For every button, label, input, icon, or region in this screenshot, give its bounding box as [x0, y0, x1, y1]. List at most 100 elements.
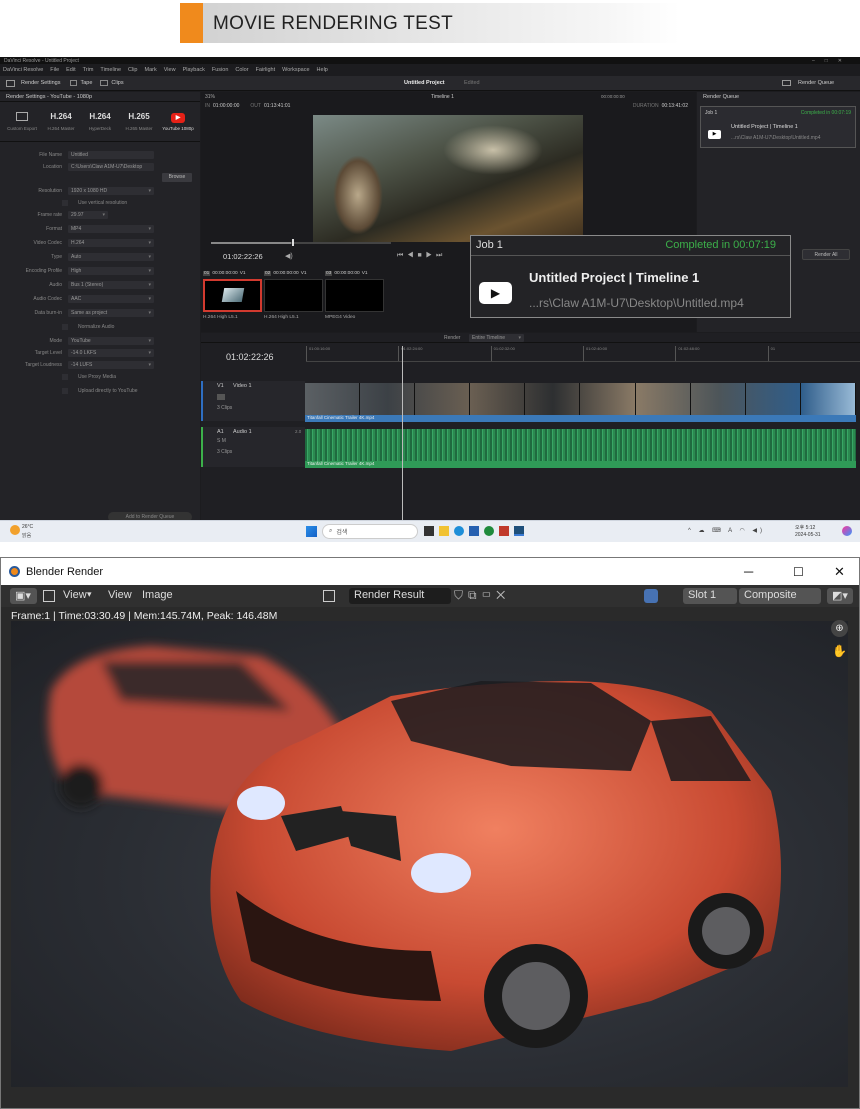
- render-settings-icon[interactable]: [6, 79, 15, 87]
- start-icon[interactable]: [306, 526, 317, 537]
- window-controls[interactable]: –□✕: [812, 58, 852, 64]
- xbox-icon[interactable]: [484, 526, 494, 536]
- zoom-dropdown[interactable]: 31%: [205, 94, 215, 100]
- field-value[interactable]: C:\Users\Claw A1M-U7\Desktop: [68, 163, 154, 171]
- menu-5[interactable]: Clip: [128, 67, 137, 73]
- menu-image[interactable]: Image: [142, 589, 173, 601]
- zoom-icon[interactable]: ⊕: [831, 620, 848, 637]
- field-value[interactable]: -14.0 LKFS: [68, 349, 154, 357]
- blender-logo-icon: [9, 566, 20, 577]
- field-value[interactable]: 29.97: [68, 211, 108, 219]
- file-explorer-icon[interactable]: [439, 526, 449, 536]
- volume-icon[interactable]: ◀): [285, 252, 293, 260]
- edge-icon[interactable]: [454, 526, 464, 536]
- image-browse-icon[interactable]: [323, 590, 335, 602]
- queue-job-card[interactable]: Job 1 Completed in 00:07:19 ▶ Untitled P…: [700, 106, 856, 148]
- scrubber[interactable]: [211, 242, 391, 244]
- preset-4[interactable]: ▶ YouTube 1080p: [160, 112, 196, 131]
- overlay-button[interactable]: ◩▾: [827, 588, 853, 604]
- scrubber-handle[interactable]: [292, 239, 294, 246]
- job-popup[interactable]: Job 1 Completed in 00:07:19 ▶ Untitled P…: [470, 235, 791, 318]
- preset-3[interactable]: H.265 H.265 Master: [121, 112, 157, 131]
- preset-label: H.265 Master: [125, 126, 153, 131]
- clip-thumb-01[interactable]: [203, 279, 262, 312]
- menu-9[interactable]: Fusion: [212, 67, 229, 73]
- queue-job-path: ...rs\Claw A1M-U7\Desktop\Untitled.mp4: [731, 135, 821, 141]
- copilot-icon[interactable]: [842, 526, 852, 536]
- pan-hand-icon[interactable]: ✋: [831, 644, 848, 661]
- slot-dropdown[interactable]: Slot 1: [683, 588, 737, 604]
- taskbar-search[interactable]: ⌕ 검색: [322, 524, 418, 539]
- render-queue-button[interactable]: Render Queue: [798, 80, 834, 86]
- menu-6[interactable]: Mark: [145, 67, 157, 73]
- menu-2[interactable]: Edit: [66, 67, 75, 73]
- menu-8[interactable]: Playback: [183, 67, 205, 73]
- menu-7[interactable]: View: [164, 67, 176, 73]
- resolve-taskbar-icon[interactable]: [514, 526, 524, 536]
- field-value[interactable]: AAC: [68, 295, 154, 303]
- clip-track: V1: [361, 270, 368, 276]
- display-channels-icon[interactable]: [644, 589, 658, 603]
- field-value[interactable]: High: [68, 267, 154, 275]
- editor-type-button[interactable]: ▣▾: [10, 588, 37, 604]
- menu-0[interactable]: DaVinci Resolve: [3, 67, 43, 73]
- track-lock-icon[interactable]: [217, 394, 225, 400]
- video-clip-label[interactable]: Titanfall Cinematic Trailer 4K.mp4: [305, 415, 856, 422]
- checkbox[interactable]: [62, 374, 68, 380]
- audio-track-buttons[interactable]: S M: [217, 438, 226, 444]
- clips-button[interactable]: Clips: [111, 80, 123, 86]
- checkbox[interactable]: [62, 388, 68, 394]
- menu-3[interactable]: Trim: [83, 67, 94, 73]
- task-view-icon[interactable]: [424, 526, 434, 536]
- preset-2[interactable]: H.264 HyperDeck: [82, 112, 118, 131]
- menu-12[interactable]: Workspace: [282, 67, 309, 73]
- menu-1[interactable]: File: [50, 67, 59, 73]
- app-icon[interactable]: [499, 526, 509, 536]
- menu-13[interactable]: Help: [317, 67, 328, 73]
- field-value[interactable]: Auto: [68, 253, 154, 261]
- render-range-dropdown[interactable]: Entire Timeline: [469, 334, 524, 342]
- menu-4[interactable]: Timeline: [100, 67, 121, 73]
- field-value[interactable]: Untitled: [68, 151, 154, 159]
- clip-thumb-02[interactable]: [264, 279, 323, 312]
- render-all-button[interactable]: Render All: [802, 249, 850, 260]
- system-tray-icons[interactable]: ^ ☁ ⌨ A ◠ ◀): [688, 527, 765, 534]
- maximize-icon[interactable]: ☐: [793, 565, 804, 579]
- browse-button[interactable]: Browse: [162, 173, 192, 182]
- field-value[interactable]: -14 LUFS: [68, 361, 154, 369]
- render-settings-button[interactable]: Render Settings: [21, 80, 60, 86]
- menu-10[interactable]: Color: [235, 67, 248, 73]
- tape-button[interactable]: Tape: [80, 80, 92, 86]
- timeline-toolbar: Render Entire Timeline: [201, 333, 860, 343]
- image-name-field[interactable]: Render Result: [349, 588, 451, 604]
- store-icon[interactable]: [469, 526, 479, 536]
- menu-11[interactable]: Fairlight: [256, 67, 276, 73]
- timeline-ruler[interactable]: 01:00:16:00 01:02:24:00 01:02:32:00 01:02:4…: [306, 346, 860, 362]
- preset-0[interactable]: Custom Export: [4, 112, 40, 131]
- checkbox[interactable]: [62, 200, 68, 206]
- audio-waveform[interactable]: [305, 429, 856, 461]
- field-value[interactable]: Same as project: [68, 309, 154, 317]
- view-mode-icon[interactable]: [43, 590, 55, 602]
- field-value[interactable]: H.264: [68, 239, 154, 247]
- blender-title: Blender Render: [26, 565, 104, 578]
- minimize-icon[interactable]: ─: [744, 564, 753, 579]
- transport-controls[interactable]: ⏮◀■▶⏭: [397, 252, 446, 260]
- field-value[interactable]: YouTube: [68, 337, 154, 345]
- menu-view-2[interactable]: View: [108, 589, 132, 601]
- preset-1[interactable]: H.264 H.264 Master: [43, 112, 79, 131]
- weather-icon[interactable]: [10, 525, 20, 535]
- menu-view-1[interactable]: View: [63, 589, 87, 601]
- timeline-name[interactable]: Timeline 1: [431, 94, 454, 100]
- field-value[interactable]: 1920 x 1080 HD: [68, 187, 154, 195]
- video-clip-filmstrip[interactable]: [305, 383, 856, 415]
- checkbox[interactable]: [62, 324, 68, 330]
- close-icon[interactable]: ✕: [834, 564, 845, 580]
- pass-dropdown[interactable]: Composite: [739, 588, 821, 604]
- field-value[interactable]: Bus 1 (Stereo): [68, 281, 154, 289]
- playhead[interactable]: [402, 346, 403, 542]
- image-action-icons[interactable]: ⛉⧉▭✕: [454, 588, 510, 603]
- clip-thumb-03[interactable]: [325, 279, 384, 312]
- audio-clip-label[interactable]: Titanfall Cinematic Trailer 4K.mp4: [305, 461, 856, 468]
- field-value[interactable]: MP4: [68, 225, 154, 233]
